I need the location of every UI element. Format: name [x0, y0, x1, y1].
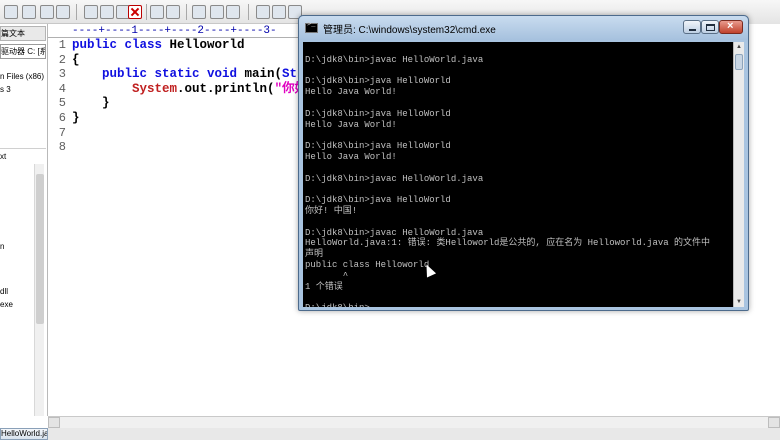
scrollbar-thumb[interactable] [36, 174, 44, 324]
panel-divider [0, 148, 46, 149]
cmd-title: 管理员: C:\windows\system32\cmd.exe [323, 25, 496, 36]
folder-item[interactable]: n Files (x86) [0, 72, 44, 81]
console-area[interactable]: D:\jdk8\bin>javac HelloWorld.java D:\jdk… [303, 42, 744, 307]
line-number: 2 [58, 52, 66, 67]
cut-icon[interactable] [84, 5, 98, 19]
brace: } [72, 96, 110, 111]
open-icon[interactable] [4, 5, 18, 19]
code-line-1: public class Helloworld [72, 38, 245, 53]
save-icon[interactable] [22, 5, 36, 19]
file-explorer-panel: 篇文本 驱动器 C: [系统动力节点] n Files (x86) s 3 xt… [0, 24, 48, 416]
preview-icon[interactable] [56, 5, 70, 19]
line-number: 6 [58, 111, 66, 125]
code-line-5: } [72, 96, 110, 111]
undo-icon[interactable] [150, 5, 164, 19]
toolbar-right-edge [749, 0, 780, 24]
cmd-titlebar[interactable]: 管理员: C:\windows\system32\cmd.exe × [299, 16, 748, 40]
file-item[interactable]: n [0, 242, 4, 251]
line-number: 4 [58, 81, 66, 96]
file-item[interactable]: dll [0, 287, 8, 296]
line-number: 8 [58, 140, 66, 155]
brace: { [72, 52, 80, 67]
brace: } [72, 111, 80, 125]
keyword: public static void [72, 67, 245, 82]
line-number-gutter: 1 2 3 4 5 6 7 8 [48, 38, 68, 416]
toolbar-separator [146, 4, 147, 20]
code-editor[interactable]: public class Helloworld { public static … [68, 38, 308, 416]
drive-select[interactable]: 驱动器 C: [系统动力节点] [0, 44, 46, 59]
maximize-button[interactable] [701, 20, 719, 34]
scroll-left-icon[interactable] [48, 417, 60, 428]
toolbar-separator [186, 4, 187, 20]
close-button[interactable]: × [719, 20, 743, 34]
line-number: 7 [58, 125, 66, 140]
line-number: 5 [58, 96, 66, 111]
code-line-2: { [72, 53, 80, 68]
line-number: 1 [58, 38, 66, 52]
horizontal-scrollbar[interactable] [48, 416, 780, 428]
close-icon: × [727, 20, 734, 32]
copy-icon[interactable] [100, 5, 114, 19]
file-item[interactable]: xt [0, 152, 6, 161]
delete-icon[interactable] [128, 5, 142, 19]
word-wrap-icon[interactable] [256, 5, 270, 19]
explorer-tab[interactable]: 篇文本 [0, 26, 46, 41]
scroll-right-icon[interactable] [768, 417, 780, 428]
class-name: Helloworld [169, 38, 245, 52]
code-line-4: System.out.println("你好 [72, 82, 307, 97]
cmd-icon[interactable] [305, 21, 318, 33]
code-line-6: } [72, 111, 80, 126]
minimize-button[interactable] [683, 20, 701, 34]
print-icon[interactable] [40, 5, 54, 19]
class-ref: System [132, 81, 178, 96]
scroll-up-icon[interactable]: ▲ [734, 42, 744, 52]
column-icon[interactable] [272, 5, 286, 19]
replace-icon[interactable] [226, 5, 240, 19]
maximize-icon [706, 24, 715, 31]
screen: 篇文本 驱动器 C: [系统动力节点] n Files (x86) s 3 xt… [0, 0, 780, 440]
code-line-3: public static void main(Str [72, 67, 305, 82]
scrollbar-thumb[interactable] [735, 54, 743, 70]
document-tab[interactable]: HelloWorld.java [0, 428, 48, 440]
status-bar [48, 428, 780, 440]
console-scrollbar[interactable]: ▲ ▼ [733, 42, 744, 307]
scroll-down-icon[interactable]: ▼ [734, 297, 744, 307]
file-item[interactable]: exe [0, 300, 13, 309]
method-call: .out.println( [177, 81, 275, 96]
minimize-icon [689, 29, 696, 31]
find-next-icon[interactable] [210, 5, 224, 19]
file-list-scrollbar[interactable] [34, 164, 44, 416]
folder-item[interactable]: s 3 [0, 85, 11, 94]
redo-icon[interactable] [166, 5, 180, 19]
find-icon[interactable] [192, 5, 206, 19]
column-ruler: ----+----1----+----2----+----3- [48, 24, 308, 38]
line-number: 3 [58, 67, 66, 82]
console-output: D:\jdk8\bin>javac HelloWorld.java D:\jdk… [305, 54, 711, 307]
method-name: main( [244, 67, 283, 82]
cmd-window[interactable]: 管理员: C:\windows\system32\cmd.exe × D:\jd… [298, 15, 749, 311]
toolbar-separator [248, 4, 249, 20]
toolbar-separator [76, 4, 77, 20]
keyword: public class [72, 38, 170, 52]
